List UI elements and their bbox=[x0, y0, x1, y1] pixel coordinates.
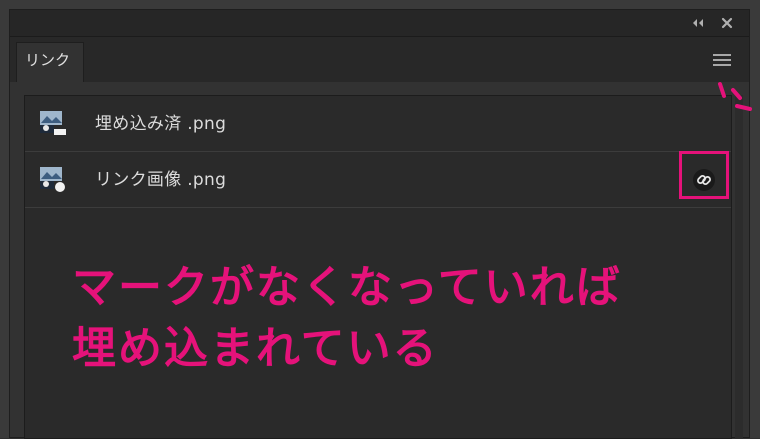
list-item[interactable]: リンク画像 .png bbox=[25, 152, 731, 208]
link-filename: リンク画像 .png bbox=[95, 170, 227, 190]
annotation-line-1: マークがなくなっていれば bbox=[72, 262, 622, 313]
image-thumbnail-icon bbox=[40, 167, 65, 192]
annotation-line-2: 埋め込まれている bbox=[72, 323, 439, 374]
emphasis-marks-icon bbox=[718, 82, 752, 111]
double-chevron-left-icon[interactable] bbox=[691, 17, 705, 29]
app-frame: リンク 埋め込み済 .png リンク画像 .png マークがなくなっていれば 埋… bbox=[0, 0, 760, 439]
link-filename: 埋め込み済 .png bbox=[95, 114, 227, 134]
list-scrollbar[interactable] bbox=[735, 95, 743, 439]
hamburger-menu-icon[interactable] bbox=[713, 54, 731, 68]
panel-tabbar: リンク bbox=[10, 37, 749, 82]
list-item[interactable]: 埋め込み済 .png bbox=[25, 96, 731, 152]
close-icon[interactable] bbox=[721, 17, 733, 29]
panel-titlebar[interactable] bbox=[10, 10, 749, 37]
tab-links-label: リンク bbox=[25, 51, 71, 69]
tab-links[interactable]: リンク bbox=[16, 42, 84, 82]
image-thumbnail-icon bbox=[40, 111, 66, 135]
link-icon-highlight bbox=[679, 151, 729, 199]
